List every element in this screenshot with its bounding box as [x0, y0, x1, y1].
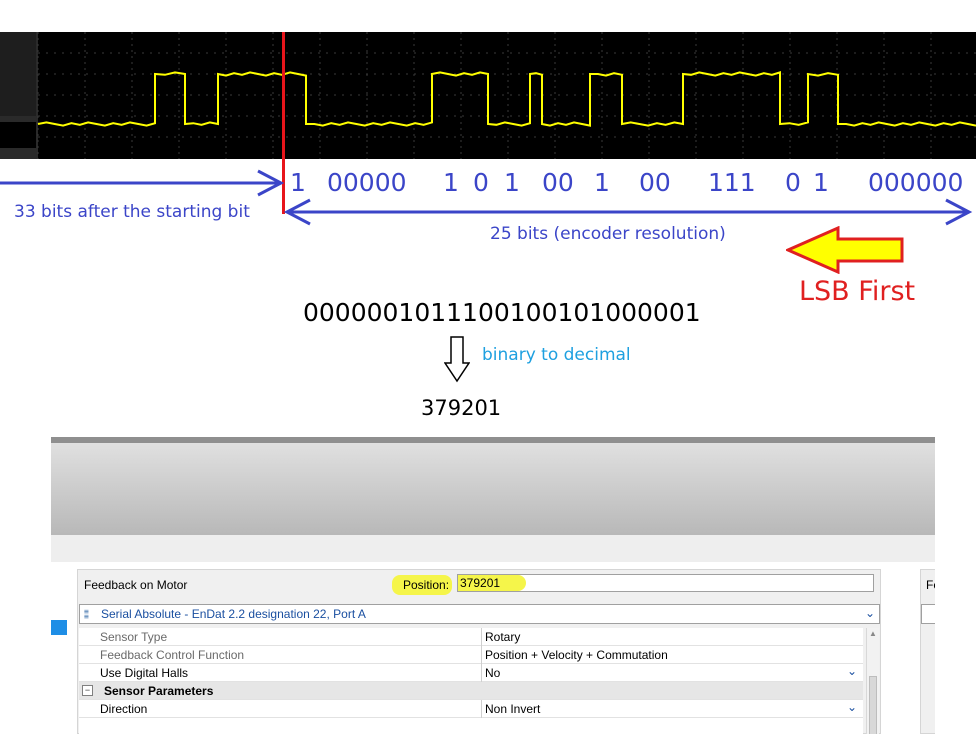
parameter-name: Feedback Control Function: [100, 648, 245, 662]
resolution-arrow: [283, 198, 973, 226]
bit-group: 1: [290, 168, 306, 197]
parameter-name: Direction: [100, 702, 148, 716]
feedback-type-value: Serial Absolute - EnDat 2.2 designation …: [101, 607, 366, 621]
conversion-label: binary to decimal: [482, 345, 631, 365]
column-divider: [481, 700, 482, 718]
subsection-title: Sensor Parameters: [104, 684, 214, 698]
binary-value: 0000001011100100101000001: [303, 298, 701, 327]
bit-group: 111: [708, 168, 756, 197]
resolution-label: 25 bits (encoder resolution): [490, 224, 726, 244]
collapse-toggle-icon[interactable]: −: [82, 685, 93, 696]
column-divider: [481, 646, 482, 664]
start-bits-arrow: [0, 169, 285, 197]
section-title: Feedback on Motor: [84, 578, 188, 592]
scrollbar-thumb[interactable]: [869, 676, 877, 734]
oscilloscope-trace: [0, 32, 976, 159]
feedback-on-motor-section: Feedback on Motor Position: 379201 ≡ ≡ Se…: [77, 569, 881, 734]
feedback-type-dropdown[interactable]: ≡ ≡ Serial Absolute - EnDat 2.2 designati…: [79, 604, 880, 624]
bit-group: 1: [504, 168, 520, 197]
left-nav-tab[interactable]: [51, 620, 67, 635]
position-label-highlight: Position:: [392, 575, 452, 595]
parameter-name: Sensor Type: [100, 630, 168, 644]
position-label: Position:: [403, 578, 450, 592]
parameter-value: No: [485, 666, 501, 680]
parameter-value: Position + Velocity + Commutation: [485, 648, 668, 662]
parameter-row[interactable]: Feedback Control Function Position + Vel…: [79, 646, 863, 664]
drive-software-panel: Feedback on Motor Position: 379201 ≡ ≡ Se…: [51, 437, 935, 734]
bit-group: 000000: [868, 168, 964, 197]
chevron-down-icon[interactable]: ⌄: [865, 606, 875, 620]
parameter-row[interactable]: Sensor Type Rotary: [79, 628, 863, 646]
column-divider: [481, 664, 482, 682]
parameter-row[interactable]: Direction Non Invert ⌄: [79, 700, 863, 718]
parameter-value: Non Invert: [485, 702, 541, 716]
down-arrow-icon: [444, 336, 470, 383]
right-section-field[interactable]: [921, 604, 935, 624]
start-bits-label: 33 bits after the starting bit: [14, 202, 250, 222]
chevron-down-icon[interactable]: ⌄: [847, 700, 857, 714]
position-value: 379201: [460, 576, 501, 590]
scope-side-panel-slot: [0, 122, 36, 148]
sensor-parameters-header[interactable]: − Sensor Parameters: [79, 682, 863, 700]
bit-group: 0: [785, 168, 801, 197]
right-section-title: Fe: [926, 578, 935, 592]
bit-group: 1: [443, 168, 459, 197]
bit-group: 00: [542, 168, 574, 197]
panel-strip: [51, 535, 935, 563]
parameter-value: Rotary: [485, 630, 521, 644]
parameter-grid: Sensor Type Rotary Feedback Control Func…: [79, 628, 863, 734]
decimal-value: 379201: [421, 396, 502, 420]
bit-group: 00000: [327, 168, 407, 197]
position-field[interactable]: 379201: [457, 574, 874, 592]
parameter-row[interactable]: Use Digital Halls No ⌄: [79, 664, 863, 682]
list-icon: ≡ ≡: [84, 607, 89, 621]
chevron-down-icon[interactable]: ⌄: [847, 664, 857, 678]
parameter-name: Use Digital Halls: [100, 666, 189, 680]
column-divider: [481, 628, 482, 646]
toolbar-band: [51, 437, 935, 535]
lsb-first-label: LSB First: [799, 276, 916, 307]
bit-group: 1: [594, 168, 610, 197]
bit-group: 0: [473, 168, 489, 197]
bit-group: 1: [813, 168, 829, 197]
scope-side-panel-inner: [0, 32, 36, 116]
lsb-direction-arrow: [786, 226, 904, 274]
bit-group: 00: [639, 168, 671, 197]
grid-scrollbar[interactable]: ▲: [866, 628, 879, 734]
right-feedback-section: Fe: [920, 569, 935, 734]
scroll-up-icon[interactable]: ▲: [869, 629, 877, 638]
